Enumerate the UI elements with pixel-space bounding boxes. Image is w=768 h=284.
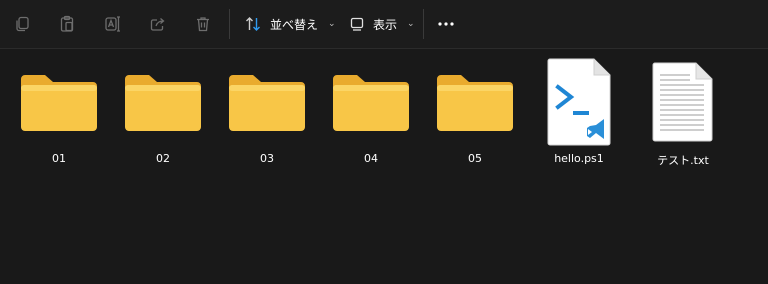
file-item-folder[interactable]: 03: [219, 60, 315, 170]
sort-icon: [246, 17, 260, 31]
folder-icon: [115, 60, 211, 144]
file-name: hello.ps1: [554, 152, 604, 165]
folder-icon: [11, 60, 107, 144]
rename-icon: [105, 16, 120, 32]
more-options-button[interactable]: [430, 8, 462, 40]
powershell-file-icon: [531, 58, 627, 146]
share-button[interactable]: [142, 8, 174, 40]
view-button[interactable]: 表示 ⌄: [343, 8, 421, 40]
share-icon: [150, 18, 165, 31]
copy-button[interactable]: [6, 8, 38, 40]
chevron-down-icon: ⌄: [328, 19, 336, 29]
copy-icon: [16, 16, 29, 32]
file-name: 04: [364, 152, 378, 165]
folder-icon: [219, 60, 315, 144]
rename-button[interactable]: [97, 8, 129, 40]
file-name: テスト.txt: [657, 154, 709, 167]
chevron-down-icon: ⌄: [407, 19, 415, 29]
delete-button[interactable]: [187, 8, 219, 40]
more-icon: [438, 22, 454, 26]
sort-label: 並べ替え: [270, 17, 319, 32]
folder-icon: [427, 60, 523, 144]
file-name: 01: [52, 152, 66, 165]
command-bar: 並べ替え ⌄ 表示 ⌄: [0, 0, 768, 49]
view-icon: [350, 17, 364, 31]
file-item-folder[interactable]: 04: [323, 60, 419, 170]
file-name: 05: [468, 152, 482, 165]
file-item-folder[interactable]: 02: [115, 60, 211, 170]
folder-icon: [323, 60, 419, 144]
paste-icon: [60, 15, 74, 32]
view-label: 表示: [373, 17, 398, 32]
file-name: 02: [156, 152, 170, 165]
trash-icon: [197, 17, 209, 32]
file-name: 03: [260, 152, 274, 165]
file-item-text[interactable]: テスト.txt: [635, 60, 731, 170]
file-item-folder[interactable]: 05: [427, 60, 523, 170]
paste-button[interactable]: [51, 8, 83, 40]
sort-button[interactable]: 並べ替え ⌄: [238, 8, 342, 40]
file-list: 01 02 03 04 05 hello.ps1 テスト.txt: [0, 58, 768, 280]
toolbar-separator: [423, 9, 424, 39]
text-file-icon: [635, 60, 731, 144]
file-item-script[interactable]: hello.ps1: [531, 58, 627, 170]
file-item-folder[interactable]: 01: [11, 60, 107, 170]
toolbar-separator: [229, 9, 230, 39]
